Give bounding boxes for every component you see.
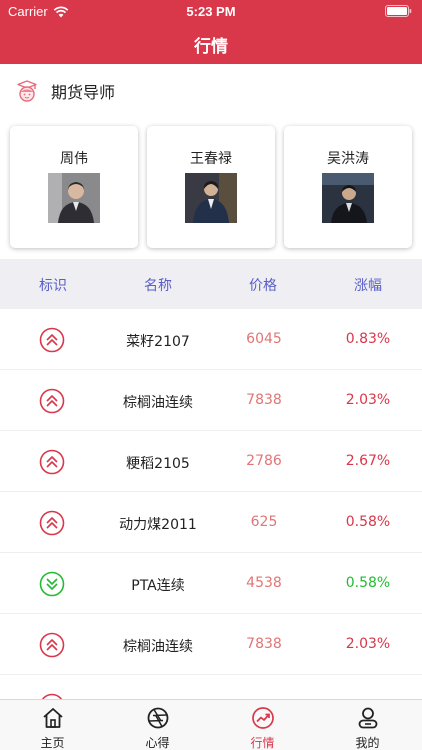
tab-bar: 主页 心得 行情 我的 bbox=[0, 699, 422, 750]
quote-change: 0.83% bbox=[345, 331, 391, 347]
double-chevron-up-icon bbox=[39, 388, 65, 414]
quote-name: 棕榈油连续 bbox=[123, 395, 193, 411]
teacher-photo bbox=[322, 173, 374, 223]
quote-name: PTA连续 bbox=[131, 578, 185, 594]
teacher-photo bbox=[185, 173, 237, 223]
table-row[interactable]: 粳稻2105 2786 2.67% bbox=[0, 431, 422, 492]
quote-change: 2.67% bbox=[345, 453, 391, 469]
teacher-name: 王春禄 bbox=[190, 151, 232, 167]
quote-name: 棕榈油连续 bbox=[123, 639, 193, 655]
quote-price: 6045 bbox=[246, 331, 282, 347]
quote-price: 7838 bbox=[246, 636, 282, 652]
column-header-change: 涨幅 bbox=[354, 278, 382, 294]
quote-change: 2.03% bbox=[345, 392, 391, 408]
app-header: Carrier 5:23 PM 行情 bbox=[0, 0, 422, 64]
quote-name: 粳稻2105 bbox=[126, 456, 190, 472]
double-chevron-up-icon bbox=[39, 327, 65, 353]
teacher-name: 吴洪涛 bbox=[327, 151, 369, 167]
tab-label: 我的 bbox=[355, 736, 380, 750]
tab-profile[interactable]: 我的 bbox=[315, 700, 420, 750]
teacher-photo bbox=[48, 173, 100, 223]
teacher-card[interactable]: 王春禄 bbox=[147, 126, 275, 248]
quote-price: 625 bbox=[250, 514, 278, 530]
teacher-icon bbox=[17, 80, 37, 102]
tab-market[interactable]: 行情 bbox=[210, 700, 315, 750]
status-bar: Carrier 5:23 PM bbox=[0, 0, 422, 22]
quote-change: 0.58% bbox=[345, 514, 391, 530]
table-row[interactable]: 棕榈油连续 7838 2.03% bbox=[0, 614, 422, 675]
table-row[interactable]: 菜籽2107 6045 0.83% bbox=[0, 309, 422, 370]
quote-name: 菜籽2107 bbox=[126, 334, 190, 350]
table-row[interactable]: 动力煤2011 625 0.58% bbox=[0, 492, 422, 553]
tab-label: 行情 bbox=[250, 736, 275, 750]
tab-home[interactable]: 主页 bbox=[0, 700, 105, 750]
battery-icon bbox=[385, 5, 412, 17]
status-time: 5:23 PM bbox=[186, 4, 236, 19]
double-chevron-down-icon bbox=[39, 571, 65, 597]
tab-insights[interactable]: 心得 bbox=[105, 700, 210, 750]
quote-price: 2786 bbox=[246, 453, 282, 469]
aperture-icon bbox=[147, 707, 169, 729]
teacher-cards: 周伟 王春禄 吴洪涛 bbox=[0, 126, 422, 250]
teacher-card[interactable]: 周伟 bbox=[10, 126, 138, 248]
double-chevron-up-icon bbox=[39, 449, 65, 475]
table-row[interactable]: 棕榈油连续 7838 2.03% bbox=[0, 370, 422, 431]
teacher-name: 周伟 bbox=[60, 151, 88, 167]
column-header-price: 价格 bbox=[249, 278, 277, 294]
quote-price: 4538 bbox=[246, 575, 282, 591]
page-title: 行情 bbox=[194, 37, 228, 57]
double-chevron-up-icon bbox=[39, 632, 65, 658]
quote-change: 2.03% bbox=[345, 636, 391, 652]
quote-change: 0.58% bbox=[345, 575, 391, 591]
section-title: 期货导师 bbox=[51, 83, 116, 102]
quote-table-header: 标识 名称 价格 涨幅 bbox=[0, 259, 422, 309]
user-icon bbox=[358, 707, 378, 729]
teacher-card[interactable]: 吴洪涛 bbox=[284, 126, 412, 248]
tab-label: 心得 bbox=[145, 736, 170, 750]
column-header-mark: 标识 bbox=[39, 278, 67, 294]
quote-price: 7838 bbox=[246, 392, 282, 408]
double-chevron-up-icon bbox=[39, 510, 65, 536]
table-row[interactable]: PTA连续 4538 0.58% bbox=[0, 553, 422, 614]
quote-name: 动力煤2011 bbox=[119, 517, 197, 533]
home-icon bbox=[43, 708, 63, 728]
column-header-name: 名称 bbox=[144, 278, 172, 294]
teacher-section-header: 期货导师 bbox=[0, 64, 422, 118]
tab-label: 主页 bbox=[40, 736, 65, 750]
trend-icon bbox=[252, 707, 274, 729]
